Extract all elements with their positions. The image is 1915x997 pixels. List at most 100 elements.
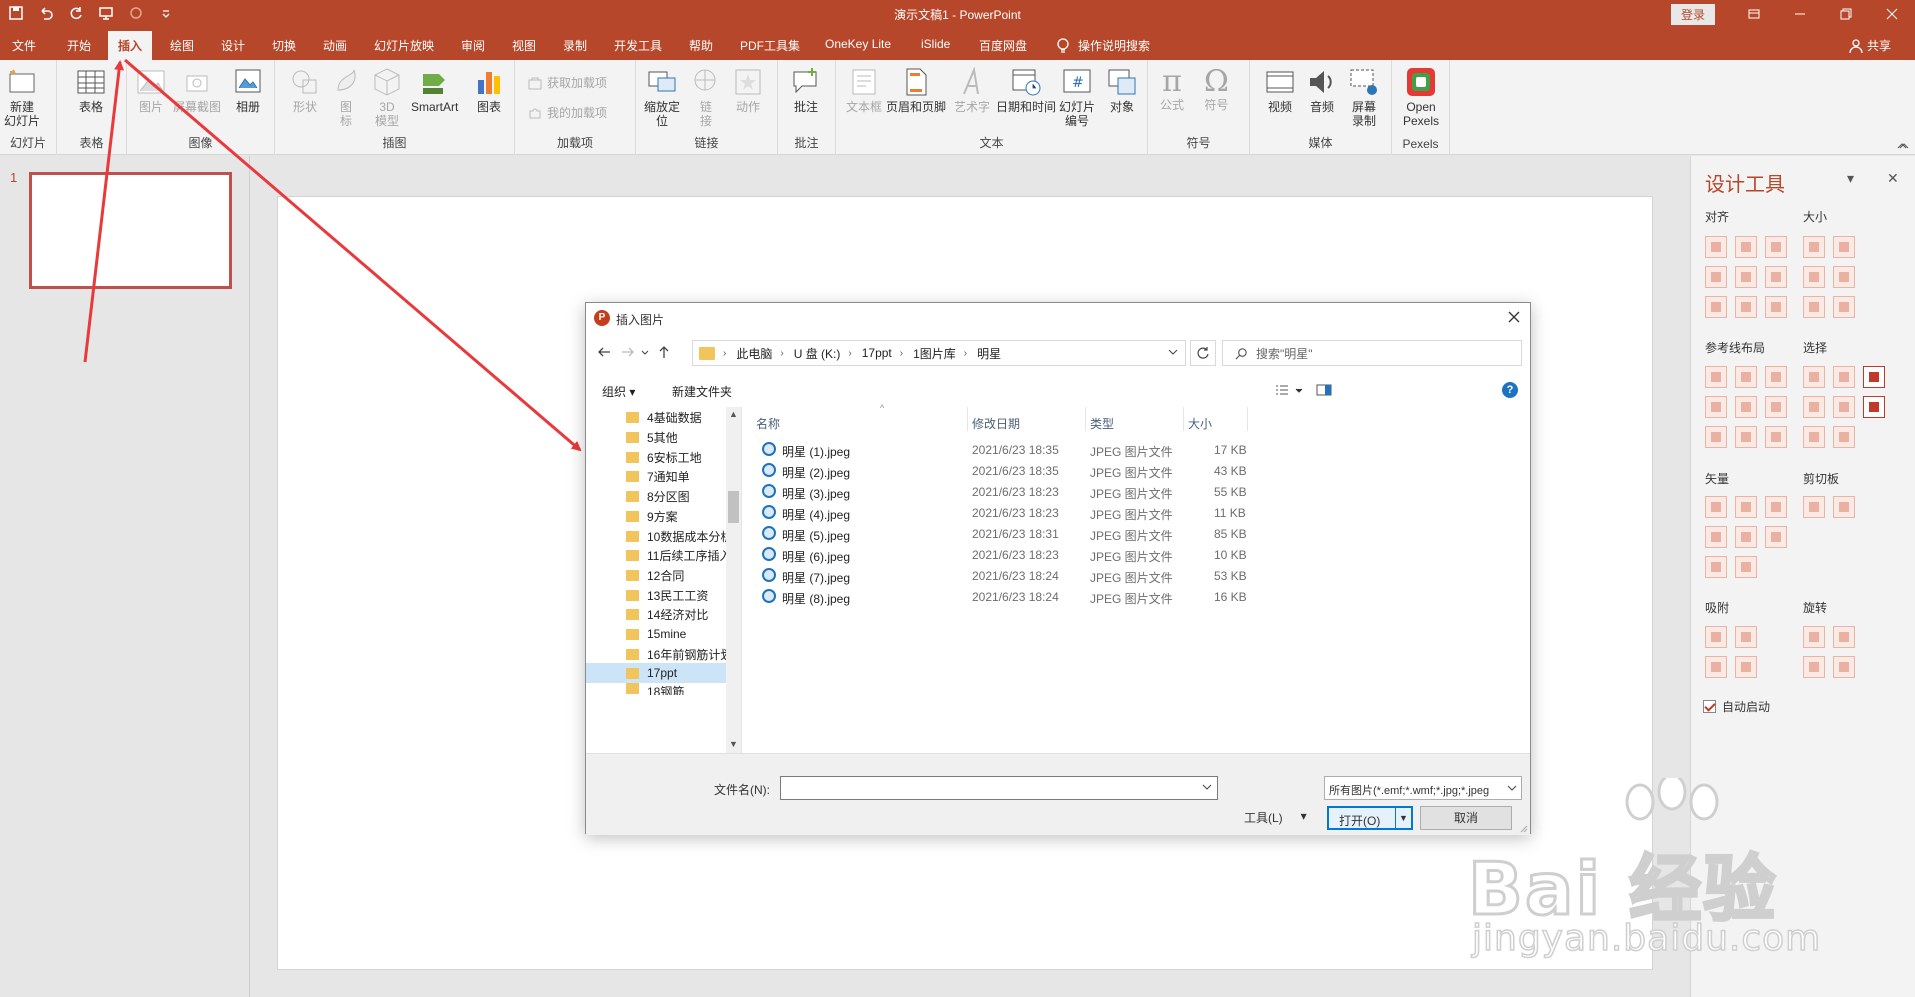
vector-fragment-icon[interactable]: [1765, 496, 1787, 518]
open-dropdown-icon[interactable]: ▼: [1395, 808, 1411, 828]
share-button[interactable]: 共享: [1849, 37, 1891, 54]
tree-item[interactable]: 15mine: [626, 624, 730, 644]
tree-item[interactable]: 7通知单: [626, 466, 730, 486]
slide-thumbnail-1[interactable]: [29, 172, 232, 289]
screenshot-button[interactable]: 屏幕截图: [173, 66, 221, 114]
up-arrow-icon[interactable]: [656, 344, 672, 360]
rotate-right-icon[interactable]: [1833, 626, 1855, 648]
pen-icon[interactable]: [1735, 556, 1757, 578]
breadcrumb-image-library[interactable]: 1图片库: [913, 345, 956, 362]
cancel-button[interactable]: 取消: [1420, 806, 1512, 830]
select-size-icon[interactable]: [1833, 396, 1855, 418]
shapes-button[interactable]: 形状: [289, 66, 321, 114]
tab-islide[interactable]: iSlide: [921, 37, 950, 51]
zoom-button[interactable]: 缩放定 位: [644, 66, 680, 128]
slide-number-button[interactable]: # 幻灯片 编号: [1059, 66, 1095, 128]
magic-wand-icon[interactable]: [1863, 366, 1885, 388]
comment-button[interactable]: 批注: [790, 66, 822, 114]
my-addins-button[interactable]: 我的加载项: [527, 104, 607, 121]
tree-item-selected[interactable]: 17ppt: [586, 663, 726, 683]
snap-bottom-icon[interactable]: [1735, 626, 1757, 648]
copy-icon[interactable]: [1803, 496, 1825, 518]
distribute-h-icon[interactable]: [1705, 296, 1727, 318]
tree-item[interactable]: 6安标工地: [626, 447, 730, 467]
auto-start-checkbox[interactable]: 自动启动: [1703, 698, 1770, 715]
chevron-down-icon[interactable]: [1167, 346, 1179, 358]
guide-bottom-icon[interactable]: [1765, 396, 1787, 418]
same-width-icon[interactable]: [1803, 236, 1825, 258]
column-header-date[interactable]: 修改日期: [968, 407, 1086, 431]
align-bottom-icon[interactable]: [1765, 266, 1787, 288]
chevron-down-icon[interactable]: [1201, 781, 1213, 793]
guide-spacing-h-icon[interactable]: [1705, 426, 1727, 448]
file-type-select[interactable]: 所有图片(*.emf;*.wmf;*.jpg;*.jpeg: [1324, 776, 1522, 800]
scroll-up-icon[interactable]: ▲: [728, 409, 739, 420]
guide-grid-icon[interactable]: [1765, 426, 1787, 448]
file-row[interactable]: 明星 (2).jpeg 2021/6/23 18:35 JPEG 图片文件 43 KB: [742, 460, 1342, 481]
column-header-size[interactable]: 大小: [1184, 407, 1248, 431]
tab-developer[interactable]: 开发工具: [614, 37, 662, 54]
textbox-button[interactable]: 文本框: [846, 66, 882, 114]
breadcrumb-17ppt[interactable]: 17ppt: [862, 346, 892, 360]
tree-item[interactable]: 9方案: [626, 506, 730, 526]
flip-h-icon[interactable]: [1833, 656, 1855, 678]
tools-menu-button[interactable]: 工具(L) ▾: [1244, 809, 1307, 826]
tab-animations[interactable]: 动画: [323, 37, 347, 54]
fit-width-icon[interactable]: [1833, 266, 1855, 288]
tab-insert[interactable]: 插入: [108, 31, 153, 60]
pane-options-icon[interactable]: ▾: [1847, 170, 1854, 187]
align-left-icon[interactable]: [1705, 236, 1727, 258]
align-right-icon[interactable]: [1765, 236, 1787, 258]
link-button[interactable]: 链 接: [690, 66, 722, 128]
view-options-chevron-icon[interactable]: [1294, 382, 1304, 398]
guide-middle-icon[interactable]: [1735, 396, 1757, 418]
open-pexels-button[interactable]: Open Pexels: [1403, 66, 1439, 128]
tab-help[interactable]: 帮助: [689, 37, 713, 54]
tree-item[interactable]: 4基础数据: [626, 407, 730, 427]
get-addins-button[interactable]: 获取加载项: [527, 74, 607, 91]
minimize-icon[interactable]: [1777, 0, 1823, 28]
breadcrumb-stars[interactable]: 明星: [977, 345, 1001, 362]
change-view-icon[interactable]: [1274, 382, 1290, 398]
pane-collapse-icon[interactable]: [1898, 140, 1910, 152]
tab-record[interactable]: 录制: [563, 37, 587, 54]
picture-button[interactable]: 图片: [135, 66, 167, 114]
vector-intersect-icon[interactable]: [1705, 526, 1727, 548]
recent-locations-icon[interactable]: [640, 344, 650, 360]
open-button[interactable]: 打开(O) ▼: [1327, 806, 1413, 830]
3d-models-button[interactable]: 3D 模型: [371, 66, 403, 128]
same-size-icon[interactable]: [1803, 266, 1825, 288]
breadcrumb-drive[interactable]: U 盘 (K:): [794, 345, 841, 362]
close-icon[interactable]: [1869, 0, 1915, 28]
guide-spacing-v-icon[interactable]: [1735, 426, 1757, 448]
tab-home[interactable]: 开始: [67, 37, 91, 54]
paste-icon[interactable]: [1833, 496, 1855, 518]
breadcrumb-this-pc[interactable]: 此电脑: [736, 345, 772, 362]
tree-item[interactable]: 13民工工资: [626, 585, 730, 605]
file-row[interactable]: 明星 (5).jpeg 2021/6/23 18:31 JPEG 图片文件 85 KB: [742, 523, 1342, 544]
address-bar[interactable]: › 此电脑 › U 盘 (K:) › 17ppt › 1图片库 › 明星: [692, 340, 1186, 366]
file-row[interactable]: 明星 (7).jpeg 2021/6/23 18:24 JPEG 图片文件 53 KB: [742, 565, 1342, 586]
equation-button[interactable]: π 公式: [1160, 66, 1184, 113]
tab-review[interactable]: 审阅: [461, 37, 485, 54]
guide-top-icon[interactable]: [1705, 396, 1727, 418]
guide-left-icon[interactable]: [1705, 366, 1727, 388]
tab-view[interactable]: 视图: [512, 37, 536, 54]
align-grid-icon[interactable]: [1765, 296, 1787, 318]
vector-subtract-icon[interactable]: [1735, 526, 1757, 548]
tab-design[interactable]: 设计: [221, 37, 245, 54]
tree-item[interactable]: 8分区图: [626, 486, 730, 506]
tree-item[interactable]: 14经济对比: [626, 604, 730, 624]
snap-left-icon[interactable]: [1705, 656, 1727, 678]
select-invert-icon[interactable]: [1833, 426, 1855, 448]
tab-file[interactable]: 文件: [12, 37, 36, 54]
forward-arrow-icon[interactable]: [620, 344, 636, 360]
tab-pdf-tools[interactable]: PDF工具集: [740, 37, 800, 54]
smartart-button[interactable]: SmartArt: [411, 66, 458, 114]
chart-button[interactable]: 图表: [473, 66, 505, 114]
scrollbar-thumb[interactable]: [728, 491, 739, 523]
icons-button[interactable]: 图 标: [330, 66, 362, 128]
login-button[interactable]: 登录: [1670, 3, 1715, 25]
tree-item[interactable]: 5其他: [626, 427, 730, 447]
refresh-button[interactable]: [1190, 340, 1216, 366]
